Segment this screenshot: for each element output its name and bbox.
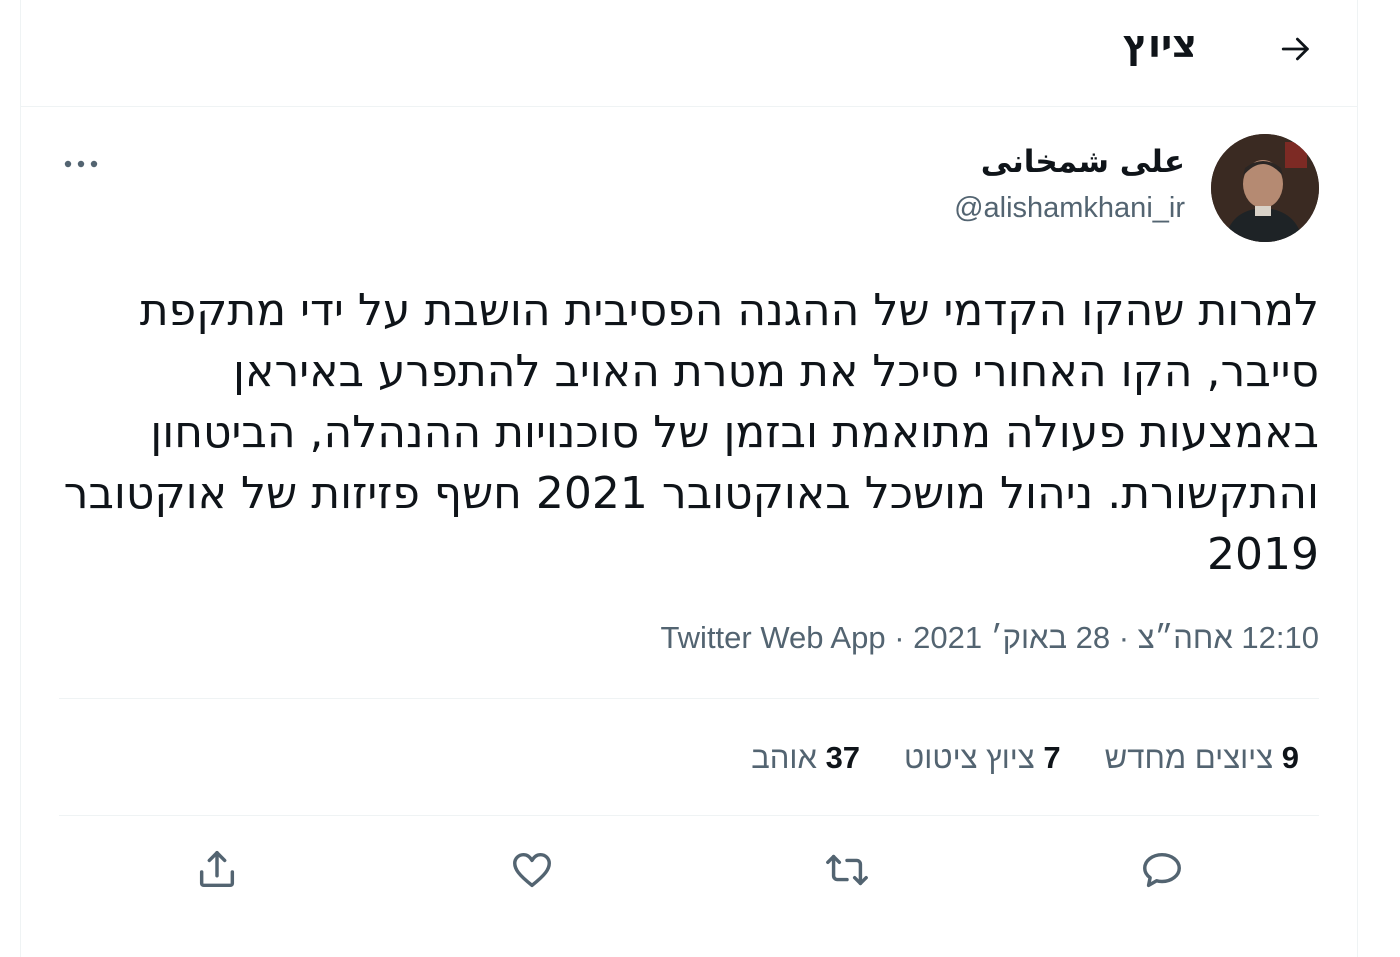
like-button[interactable] [502,840,562,900]
more-dots-icon [64,160,98,168]
retweet-button[interactable] [817,840,877,900]
page-header: ציוץ [21,0,1357,107]
quotes-count: 7 [1043,740,1061,775]
reply-icon [1142,852,1181,888]
likes-stat[interactable]: 37 אוהב [751,740,860,776]
tweet-date[interactable]: 28 באוק׳ 2021 [913,620,1110,655]
quotes-stat[interactable]: 7 ציוץ ציטוט [904,740,1061,776]
reply-button[interactable] [1132,840,1192,900]
arrow-right-icon [1281,37,1309,61]
meta-separator: · [1118,620,1130,655]
back-button[interactable] [1275,28,1317,70]
tweet-stats: 9 ציוצים מחדש 7 ציוץ ציטוט 37 אוהב [751,736,1299,780]
retweets-count: 9 [1281,740,1299,775]
tweet-meta: 12:10 אחה״צ · 28 באוק׳ 2021 · Twitter We… [660,620,1319,656]
retweet-icon [825,854,868,886]
page-title: ציוץ [1122,22,1197,66]
more-options-button[interactable] [59,142,103,186]
avatar[interactable] [1211,134,1319,242]
tweet-actions [59,830,1319,910]
avatar-photo [1211,134,1319,242]
share-button[interactable] [187,840,247,900]
tweet-source[interactable]: Twitter Web App [660,620,885,655]
retweets-stat[interactable]: 9 ציוצים מחדש [1105,740,1299,776]
author-display-name[interactable]: علی شمخانی [981,144,1185,180]
meta-separator: · [894,620,905,655]
author-handle[interactable]: @alishamkhani_ir [954,192,1185,225]
divider [59,815,1319,816]
divider [59,698,1319,699]
tweet-time[interactable]: 12:10 אחה״צ [1138,620,1319,655]
share-icon [199,851,234,888]
tweet-column: ציוץ علی شمخانی @alishamkhani_ir למרות ש… [20,0,1358,957]
tweet-text: למרות שהקו הקדמי של ההגנה הפסיבית הושבת … [63,285,1319,580]
quotes-label: ציוץ ציטוט [904,740,1035,775]
likes-label: אוהב [751,740,817,775]
heart-icon [512,852,551,888]
retweets-label: ציוצים מחדש [1104,740,1274,775]
likes-count: 37 [825,740,861,775]
